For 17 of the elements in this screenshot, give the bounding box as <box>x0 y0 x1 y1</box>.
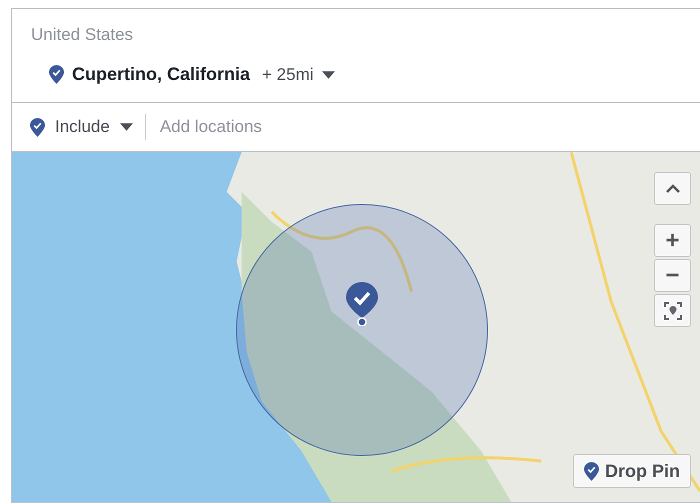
location-name: Cupertino, California <box>72 64 250 85</box>
location-pin-icon <box>30 118 45 136</box>
zoom-out-button[interactable]: − <box>654 259 691 292</box>
include-dropdown[interactable]: Include <box>30 117 133 137</box>
zoom-in-button[interactable]: + <box>654 224 691 257</box>
location-pin-icon <box>584 462 599 480</box>
map-pin-icon[interactable] <box>346 282 378 326</box>
chevron-up-icon <box>666 184 680 193</box>
radius-dropdown[interactable]: + 25mi <box>262 64 335 84</box>
caret-icon <box>322 70 335 78</box>
recenter-icon <box>662 300 682 320</box>
recenter-button[interactable] <box>654 294 691 327</box>
country-label: United States <box>31 25 134 45</box>
drop-pin-button[interactable]: Drop Pin <box>573 454 691 488</box>
location-pin-icon <box>49 65 64 84</box>
collapse-button[interactable] <box>654 172 691 205</box>
caret-icon <box>120 123 133 131</box>
